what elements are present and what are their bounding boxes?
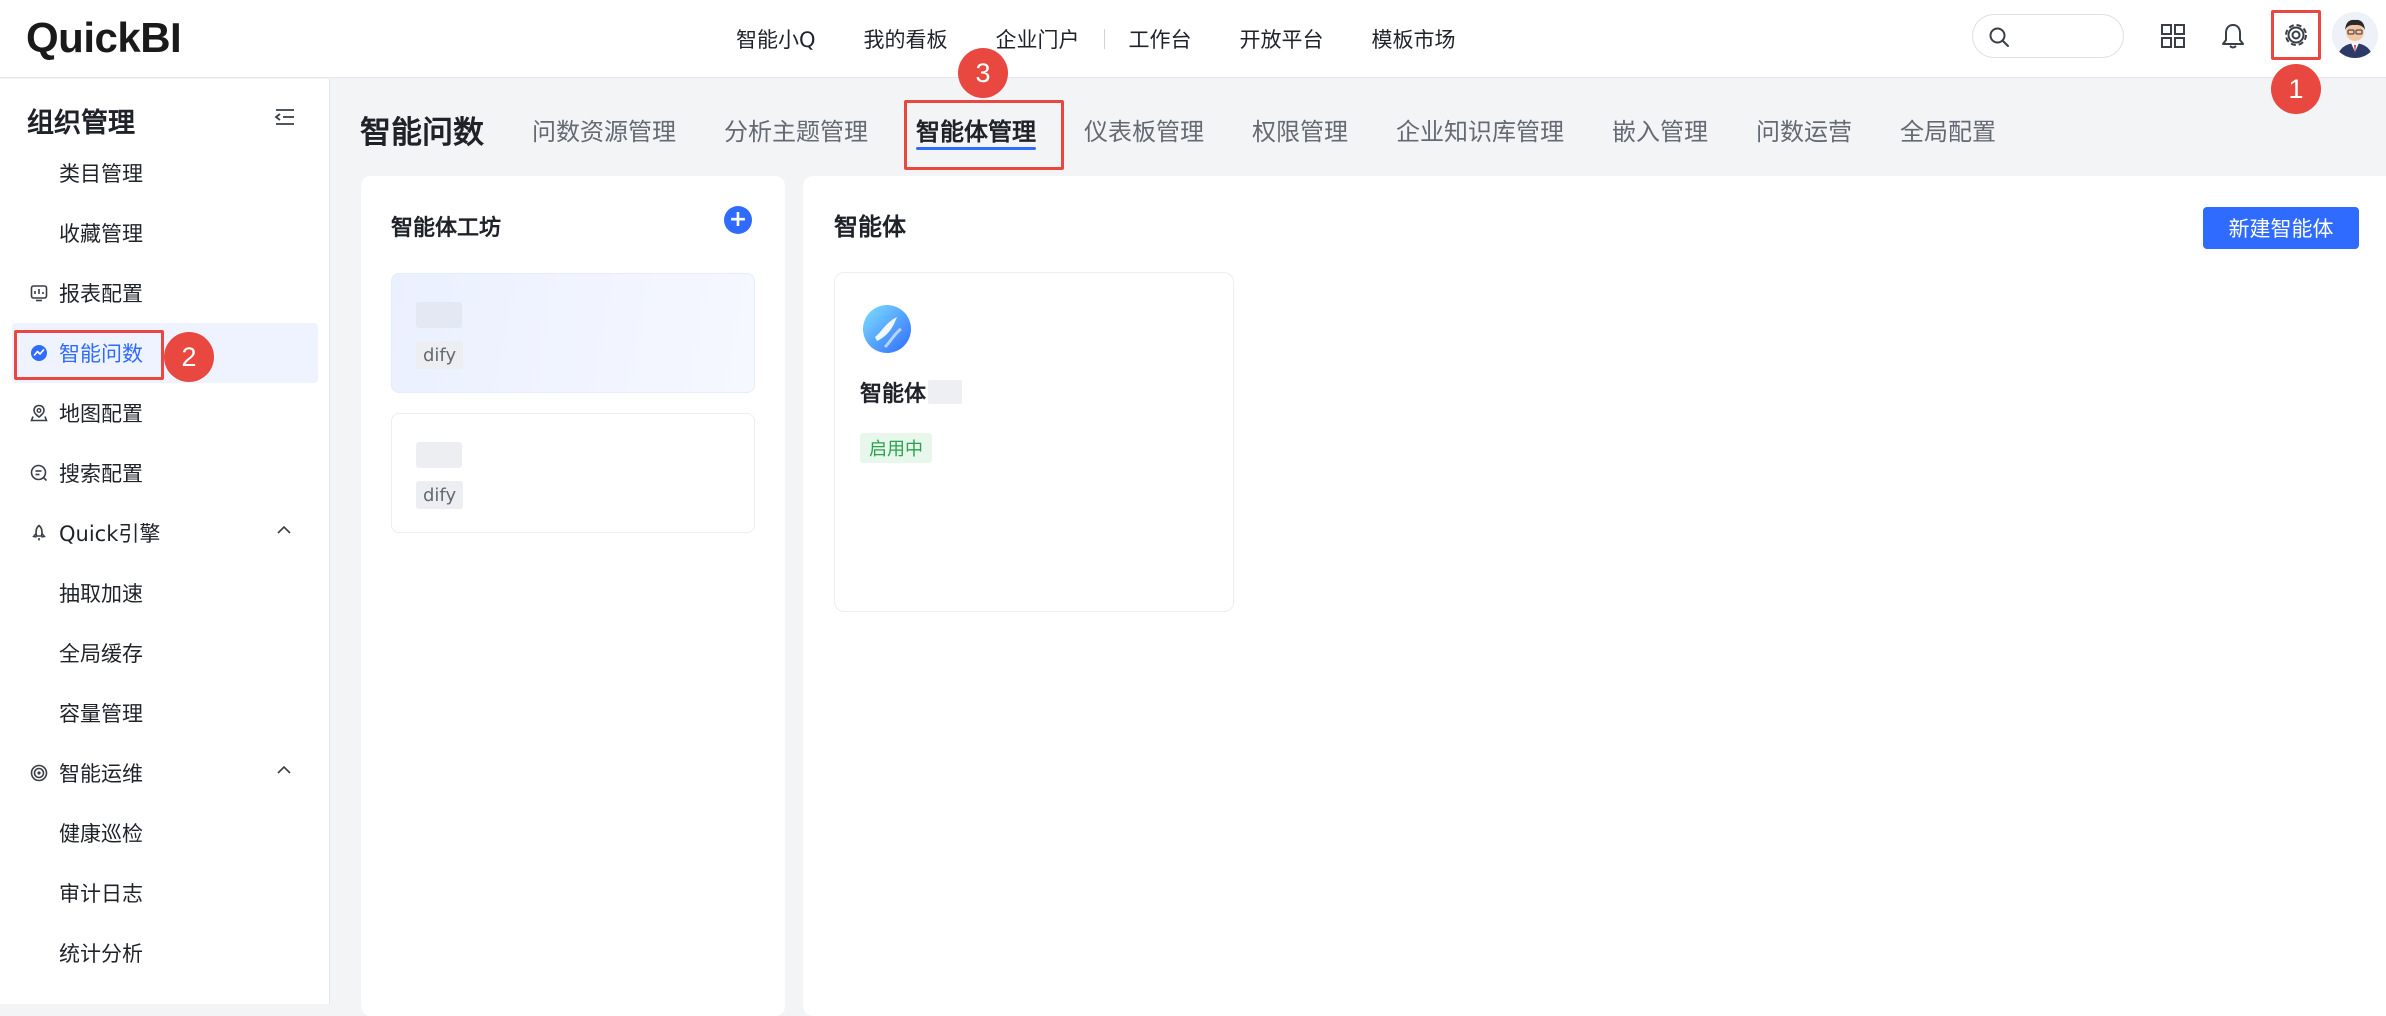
sidebar-item-label: 报表配置	[59, 282, 143, 306]
add-workshop-button[interactable]: +	[724, 206, 752, 234]
tab-label: 全局配置	[1900, 117, 1996, 146]
sidebar-item-extract-accel[interactable]: 抽取加速	[12, 563, 318, 623]
sidebar-item-label: 类目管理	[59, 162, 143, 186]
search-icon	[1989, 27, 2009, 47]
sidebar-item-label: 地图配置	[59, 402, 143, 426]
nav-item-smart-q[interactable]: 智能小Q	[712, 24, 840, 54]
logo-text-bi: BI	[140, 14, 182, 61]
tab-label: 企业知识库管理	[1396, 117, 1564, 146]
step-badge-3: 3	[958, 48, 1008, 98]
sidebar-item-quick-engine[interactable]: Quick引擎	[12, 503, 318, 563]
sidebar-item-label: 抽取加速	[59, 582, 143, 606]
nav-item-open-platform[interactable]: 开放平台	[1216, 24, 1348, 54]
agent-card[interactable]: 智能体 启用中	[834, 272, 1234, 612]
tab-dashboard-management[interactable]: 仪表板管理	[1060, 100, 1228, 158]
tab-global-config[interactable]: 全局配置	[1876, 100, 2020, 158]
tab-knowledge-base[interactable]: 企业知识库管理	[1372, 100, 1588, 158]
sidebar-item-capacity[interactable]: 容量管理	[12, 683, 318, 743]
tab-permissions[interactable]: 权限管理	[1228, 100, 1372, 158]
sidebar-title: 组织管理	[27, 108, 135, 139]
top-navigation: 智能小Q 我的看板 企业门户 工作台 开放平台 模板市场	[712, 0, 1480, 78]
search-config-icon	[28, 462, 50, 484]
chevron-up-icon[interactable]	[276, 765, 292, 775]
workshop-title: 智能体工坊	[391, 216, 502, 241]
redacted-name	[416, 442, 462, 468]
tab-label: 权限管理	[1252, 117, 1348, 146]
tab-label: 仪表板管理	[1084, 117, 1204, 146]
tab-embed-management[interactable]: 嵌入管理	[1588, 100, 1732, 158]
tab-query-operations[interactable]: 问数运营	[1732, 100, 1876, 158]
redacted-name	[928, 380, 963, 404]
gear-icon[interactable]	[2271, 10, 2321, 60]
nav-item-workbench[interactable]: 工作台	[1105, 24, 1216, 54]
page-title: 智能问数	[360, 115, 484, 151]
sidebar-item-label: 智能运维	[59, 762, 143, 786]
sidebar-item-global-cache[interactable]: 全局缓存	[12, 623, 318, 683]
sidebar: 组织管理 类目管理 收藏管理 报表配置 智能问数 地图配置 搜索配置 Quick…	[0, 79, 330, 1004]
workshop-card[interactable]: dify	[391, 273, 755, 393]
tab-analysis-topics[interactable]: 分析主题管理	[700, 100, 892, 158]
workshop-type-tag: dify	[416, 481, 464, 509]
highlight-box-smart-query	[14, 330, 164, 380]
tab-label: 嵌入管理	[1612, 117, 1708, 146]
sidebar-item-smart-ops[interactable]: 智能运维	[12, 743, 318, 803]
rocket-icon	[28, 522, 50, 544]
chevron-up-icon[interactable]	[276, 525, 292, 535]
tab-query-resources[interactable]: 问数资源管理	[508, 100, 700, 158]
sidebar-item-label: 审计日志	[59, 882, 143, 906]
sidebar-item-label: 健康巡检	[59, 822, 143, 846]
step-badge-2: 2	[164, 332, 214, 382]
apps-grid-icon[interactable]	[2153, 16, 2193, 56]
agent-logo-icon	[861, 303, 913, 359]
new-agent-button[interactable]: 新建智能体	[2203, 207, 2359, 249]
sidebar-item-category[interactable]: 类目管理	[12, 143, 318, 203]
avatar[interactable]	[2332, 12, 2378, 58]
top-bar: Quick BI 智能小Q 我的看板 企业门户 工作台 开放平台 模板市场	[0, 0, 2386, 78]
sidebar-item-label: 收藏管理	[59, 222, 143, 246]
highlight-box-agent-tab	[904, 100, 1064, 170]
sidebar-item-label: 统计分析	[59, 942, 143, 966]
target-icon	[28, 762, 50, 784]
search-input[interactable]	[1972, 14, 2124, 58]
status-badge: 启用中	[860, 433, 932, 463]
sidebar-item-statistics[interactable]: 统计分析	[12, 923, 318, 983]
agents-title: 智能体	[834, 213, 906, 241]
sidebar-item-label: 全局缓存	[59, 642, 143, 666]
agent-name-label: 智能体	[860, 382, 927, 407]
nav-item-template-market[interactable]: 模板市场	[1348, 24, 1480, 54]
tab-label: 问数运营	[1756, 117, 1852, 146]
report-icon	[28, 282, 50, 304]
agent-workshop-panel: 智能体工坊 + dify dify	[361, 176, 785, 1016]
collapse-menu-icon[interactable]	[274, 107, 296, 131]
agent-name: 智能体	[860, 376, 963, 408]
sidebar-item-audit-log[interactable]: 审计日志	[12, 863, 318, 923]
workshop-type-tag: dify	[416, 341, 464, 369]
quick-bi-logo[interactable]: Quick BI	[26, 10, 182, 66]
map-pin-icon	[28, 402, 50, 424]
workshop-card[interactable]: dify	[391, 413, 755, 533]
logo-text-quick: Quick	[26, 14, 141, 61]
tab-label: 分析主题管理	[724, 117, 868, 146]
plus-icon: +	[728, 207, 748, 232]
bell-icon[interactable]	[2213, 16, 2253, 56]
sidebar-item-favorites[interactable]: 收藏管理	[12, 203, 318, 263]
agents-panel: 智能体 新建智能体 智能体 启用中	[803, 176, 2386, 1016]
tab-label: 问数资源管理	[532, 117, 676, 146]
sidebar-item-search-config[interactable]: 搜索配置	[12, 443, 318, 503]
sidebar-item-report-config[interactable]: 报表配置	[12, 263, 318, 323]
redacted-name	[416, 302, 462, 328]
nav-item-my-dashboards[interactable]: 我的看板	[840, 24, 972, 54]
tab-bar: 问数资源管理 分析主题管理 智能体管理 仪表板管理 权限管理 企业知识库管理 嵌…	[508, 100, 2020, 158]
sidebar-item-health-check[interactable]: 健康巡检	[12, 803, 318, 863]
step-badge-1: 1	[2271, 64, 2321, 114]
sidebar-item-label: Quick引擎	[59, 522, 161, 546]
sidebar-item-label: 容量管理	[59, 702, 143, 726]
sidebar-item-label: 搜索配置	[59, 462, 143, 486]
sidebar-item-map-config[interactable]: 地图配置	[12, 383, 318, 443]
